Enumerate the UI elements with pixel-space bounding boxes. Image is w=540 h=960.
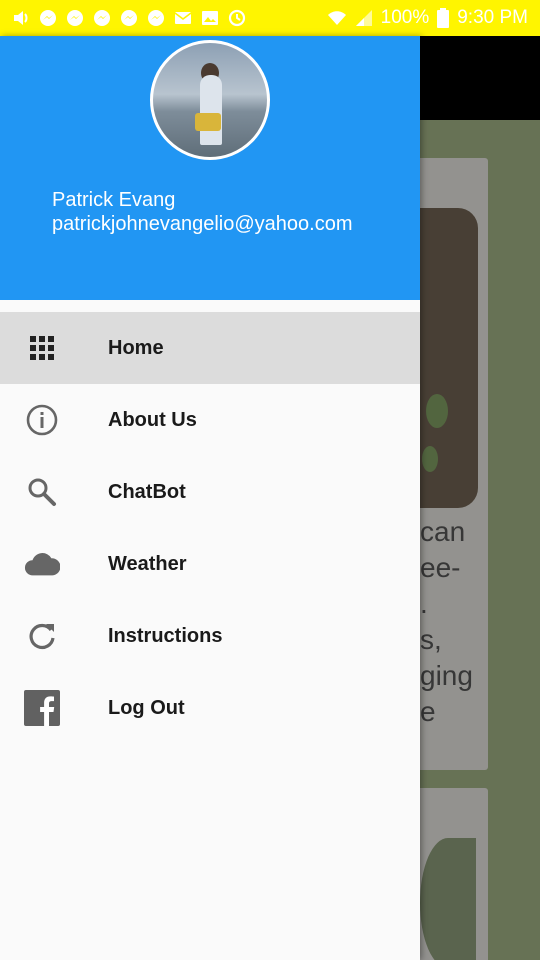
messenger-icon (148, 10, 164, 26)
menu-item-label: Instructions (108, 625, 223, 647)
notification-icons (12, 9, 246, 27)
menu-item-weather[interactable]: Weather (0, 528, 420, 600)
messenger-icon (94, 10, 110, 26)
search-icon (24, 474, 60, 510)
menu-item-about-us[interactable]: About Us (0, 384, 420, 456)
refresh-icon (24, 618, 60, 654)
navigation-drawer: Patrick Evang patrickjohnevangelio@yahoo… (0, 36, 420, 960)
menu-item-home[interactable]: Home (0, 312, 420, 384)
menu-item-instructions[interactable]: Instructions (0, 600, 420, 672)
drawer-header: Patrick Evang patrickjohnevangelio@yahoo… (0, 36, 420, 300)
signal-icon (355, 10, 372, 26)
clock: 9:30 PM (457, 7, 528, 28)
menu-item-label: Home (108, 337, 164, 359)
mail-icon (174, 12, 192, 24)
wifi-icon (327, 11, 346, 25)
drawer-menu: Home About Us ChatBot Weather Instructio (0, 312, 420, 744)
user-email: patrickjohnevangelio@yahoo.com (52, 213, 353, 235)
menu-item-label: About Us (108, 409, 197, 431)
messenger-icon (121, 10, 137, 26)
menu-item-label: ChatBot (108, 481, 186, 503)
menu-item-log-out[interactable]: Log Out (0, 672, 420, 744)
avatar[interactable] (150, 40, 270, 160)
status-bar: 100% 9:30 PM (0, 0, 540, 36)
info-icon (24, 402, 60, 438)
menu-item-label: Weather (108, 553, 187, 575)
user-name: Patrick Evang (52, 189, 176, 211)
menu-item-label: Log Out (108, 697, 185, 719)
volume-icon (14, 11, 28, 25)
grid-icon (24, 330, 60, 366)
messenger-icon (67, 10, 83, 26)
drawer-scrim[interactable] (420, 36, 540, 960)
messenger-icon (40, 10, 56, 26)
sync-icon (228, 9, 246, 27)
battery-percent: 100% (380, 7, 430, 28)
battery-icon (437, 8, 450, 28)
menu-item-chatbot[interactable]: ChatBot (0, 456, 420, 528)
facebook-icon (24, 690, 60, 726)
cloud-icon (24, 546, 60, 582)
gallery-icon (202, 11, 218, 25)
status-indicators: 100% 9:30 PM (327, 7, 528, 29)
